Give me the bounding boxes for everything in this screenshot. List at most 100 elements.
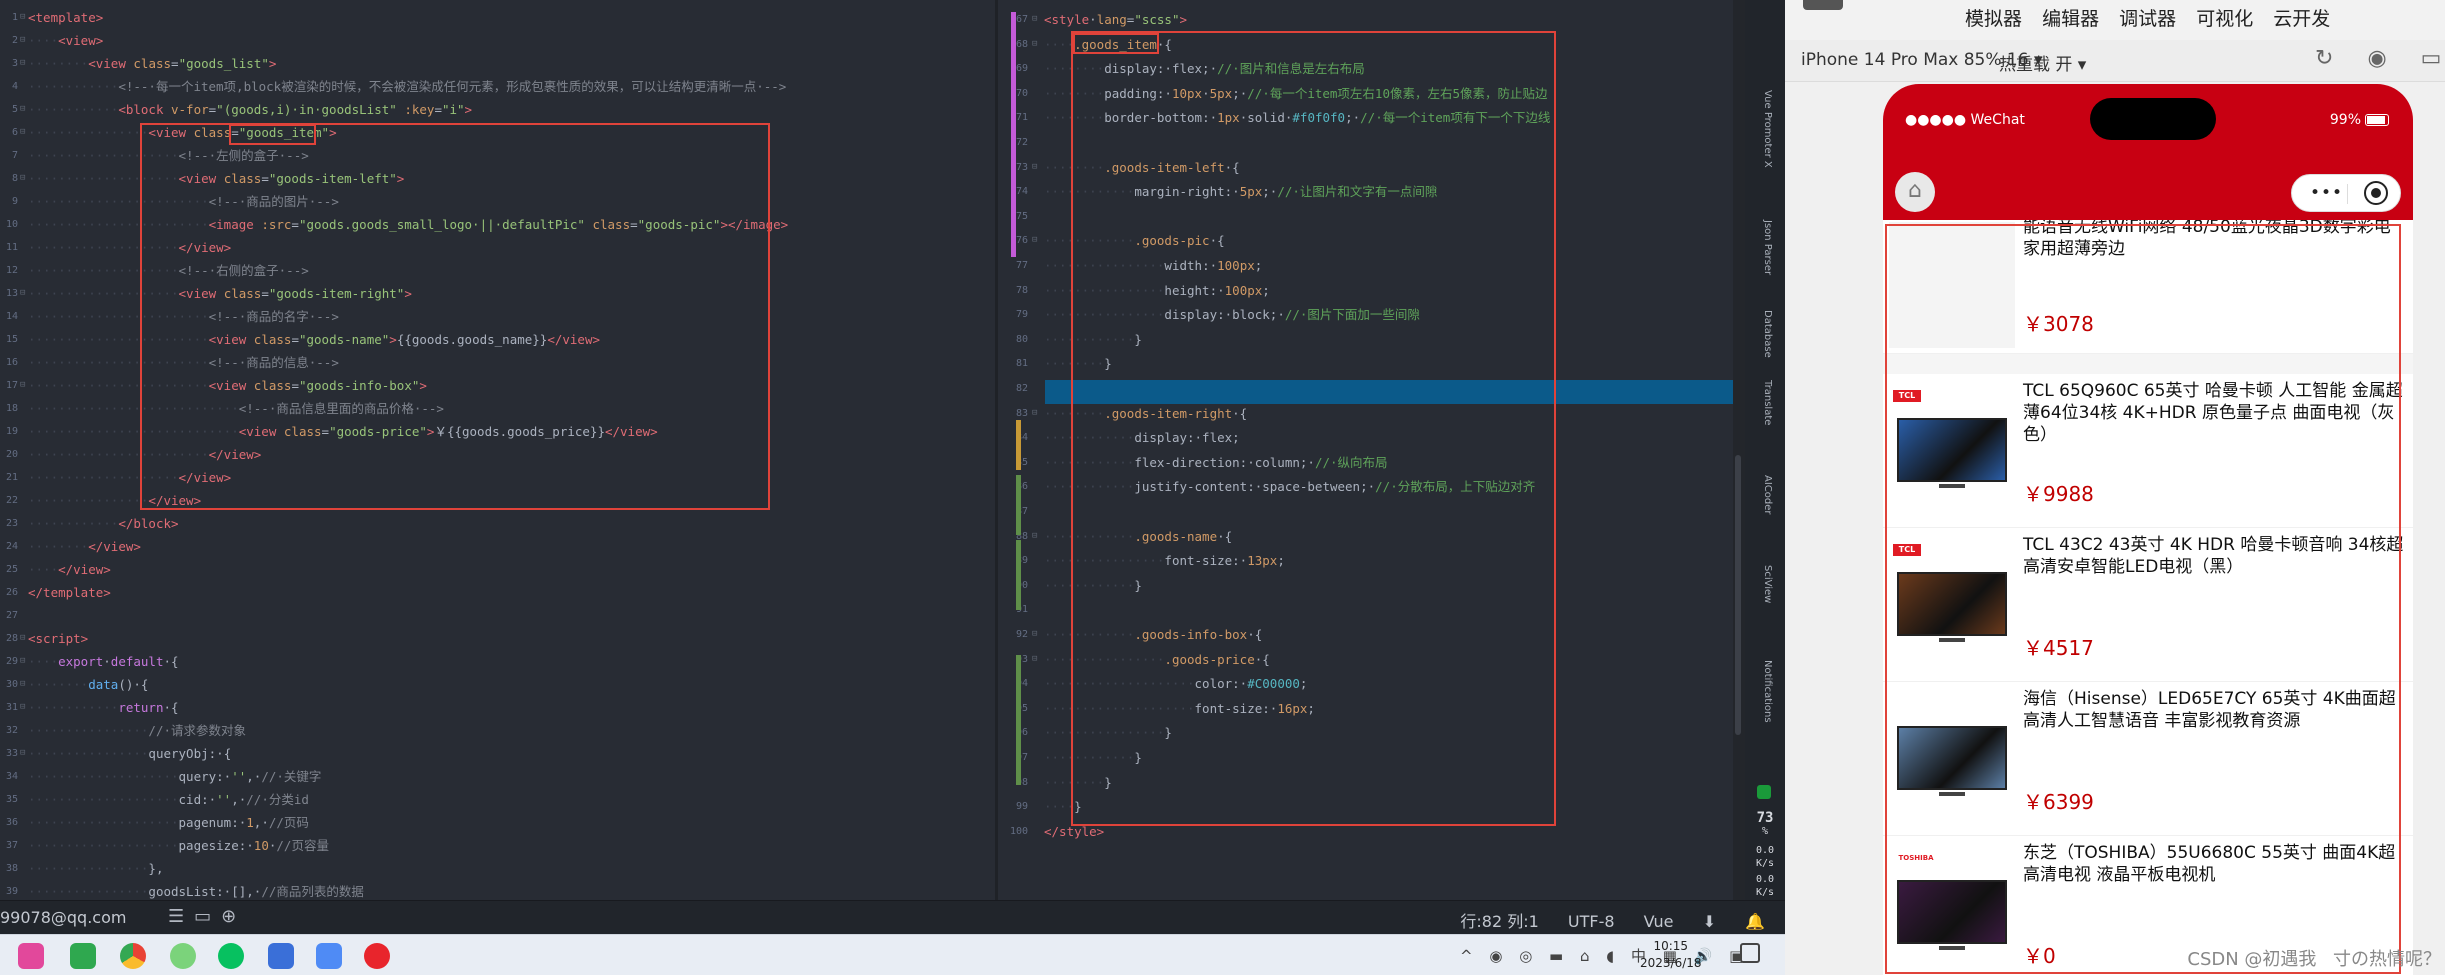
bell-icon[interactable]: 🔔	[1745, 912, 1765, 931]
code-line[interactable]: 70 ········padding:·10px·5px;·//·每一个item项…	[998, 82, 1743, 105]
code-line[interactable]: 27	[0, 604, 995, 627]
code-line[interactable]: 21 ····················</view>	[0, 466, 995, 489]
fold-icon[interactable]: ⊟	[20, 98, 28, 121]
chrome-icon[interactable]	[120, 943, 146, 969]
fold-icon[interactable]: ⊟	[20, 29, 28, 52]
code-line[interactable]: 85 ············flex-direction:·column;·//…	[998, 451, 1743, 474]
fold-icon[interactable]: ⊟	[20, 6, 28, 29]
app-icon[interactable]	[170, 943, 196, 969]
sidebar-item-vue-promoter[interactable]: Vue Promoter X	[1757, 90, 1773, 168]
code-line[interactable]: 76 ⊟ ············.goods-pic·{	[998, 229, 1743, 252]
code-line[interactable]: 95 ····················font-size:·16px;	[998, 697, 1743, 720]
refresh-icon[interactable]: ↻	[2315, 46, 2367, 71]
app-icon[interactable]	[18, 943, 44, 969]
code-line[interactable]: 98 ········}	[998, 771, 1743, 794]
file-encoding[interactable]: UTF-8	[1568, 912, 1615, 931]
menu-cloud[interactable]: 云开发	[2273, 8, 2330, 30]
fold-icon[interactable]: ⊟	[1032, 33, 1040, 56]
code-line[interactable]: 84 ············display:·flex;	[998, 426, 1743, 449]
fold-icon[interactable]: ⊟	[20, 52, 28, 75]
fold-icon[interactable]: ⊟	[20, 742, 28, 765]
fold-icon[interactable]: ⊟	[20, 696, 28, 719]
fold-icon[interactable]: ⊟	[20, 121, 28, 144]
code-line[interactable]: 33 ⊟ ················queryObj:·{	[0, 742, 995, 765]
code-line[interactable]: 88 ⊟ ············.goods-name·{	[998, 525, 1743, 548]
code-line[interactable]: 90 ············}	[998, 574, 1743, 597]
code-line[interactable]: 31 ⊟ ············return·{	[0, 696, 995, 719]
code-line[interactable]: 18 ····························<!--·商品信息里…	[0, 397, 995, 420]
code-line[interactable]: 4 ············<!--·每一个item项,block被渲染的时候，不…	[0, 75, 995, 98]
code-line[interactable]: 29 ⊟ ····export·default·{	[0, 650, 995, 673]
code-line[interactable]: 89 ················font-size:·13px;	[998, 549, 1743, 572]
code-line[interactable]: 30 ⊟ ········data()·{	[0, 673, 995, 696]
system-clock[interactable]: 10:15 2023/6/18	[1640, 938, 1702, 972]
home-icon[interactable]: ⌂	[1895, 172, 1935, 212]
fold-icon[interactable]: ⊟	[1032, 623, 1040, 646]
code-line[interactable]: 9 ························<!--·商品的图片·-->	[0, 190, 995, 213]
code-line[interactable]: 39 ················goodsList:·[],·//商品列表的…	[0, 880, 995, 900]
code-line[interactable]: 100 </style>	[998, 820, 1743, 843]
code-line[interactable]: 26 </template>	[0, 581, 995, 604]
code-line[interactable]: 1 ⊟ <template>	[0, 6, 995, 29]
code-line[interactable]: 17 ⊟ ························<view class="…	[0, 374, 995, 397]
code-line[interactable]: 71 ········border-bottom:·1px·solid·#f0f0…	[998, 106, 1743, 129]
app-icon[interactable]	[70, 943, 96, 969]
scrollbar-thumb[interactable]	[1735, 455, 1741, 735]
menu-visualize[interactable]: 可视化	[2196, 8, 2253, 30]
code-line[interactable]: 96 ················}	[998, 721, 1743, 744]
code-line[interactable]: 32 ················//·请求参数对象	[0, 719, 995, 742]
goods-item[interactable]: TCL TCL 65Q960C 65英寸 哈曼卡顿 人工智能 金属超薄64位34核…	[1883, 374, 2413, 528]
app-icon[interactable]	[316, 943, 342, 969]
avatar[interactable]	[1803, 0, 1843, 10]
fold-icon[interactable]: ⊟	[1032, 229, 1040, 252]
fold-icon[interactable]: ⊟	[20, 627, 28, 650]
sidebar-item-aicoder[interactable]: AICoder	[1757, 475, 1773, 515]
list-icon[interactable]: ☰	[168, 906, 194, 927]
code-line[interactable]: 14 ························<!--·商品的名字·-->	[0, 305, 995, 328]
code-line[interactable]: 25 ····</view>	[0, 558, 995, 581]
close-miniprogram-icon[interactable]	[2364, 181, 2388, 205]
fold-icon[interactable]: ⊟	[1032, 402, 1040, 425]
stop-icon[interactable]: ◉	[2367, 46, 2420, 71]
file-language[interactable]: Vue	[1644, 912, 1674, 931]
code-line[interactable]: 81 ········}	[998, 352, 1743, 375]
code-line[interactable]: 94 ····················color:·#C00000;	[998, 672, 1743, 695]
code-line[interactable]: 99 ····}	[998, 795, 1743, 818]
code-line[interactable]: 97 ············}	[998, 746, 1743, 769]
code-line[interactable]: 16 ························<!--·商品的信息·-->	[0, 351, 995, 374]
code-line[interactable]: 73 ⊟ ········.goods-item-left·{	[998, 156, 1743, 179]
code-line[interactable]: 74 ············margin-right:·5px;·//·让图片和…	[998, 180, 1743, 203]
code-line[interactable]: 5 ⊟ ············<block v-for="(goods,i)·in…	[0, 98, 995, 121]
code-line[interactable]: 23 ············</block>	[0, 512, 995, 535]
code-line[interactable]: 87	[998, 500, 1743, 523]
sidebar-item-translate[interactable]: Translate	[1757, 380, 1773, 425]
fold-icon[interactable]: ⊟	[1032, 156, 1040, 179]
code-line[interactable]: 11 ····················</view>	[0, 236, 995, 259]
window-icon[interactable]: ▭	[2421, 46, 2445, 71]
code-line[interactable]: 10 ························<image :src="g…	[0, 213, 995, 236]
code-line[interactable]: 28 ⊟ <script>	[0, 627, 995, 650]
goods-item[interactable]: 海信（Hisense）LED65E7CY 65英寸 4K曲面超高清人工智慧语音 …	[1883, 682, 2413, 836]
code-line[interactable]: 15 ························<view class="g…	[0, 328, 995, 351]
code-line[interactable]: 91	[998, 598, 1743, 621]
code-line[interactable]: 20 ························</view>	[0, 443, 995, 466]
code-line[interactable]: 12 ····················<!--·右侧的盒子·-->	[0, 259, 995, 282]
notification-center-icon[interactable]	[1740, 943, 1760, 963]
code-line[interactable]: 93 ⊟ ················.goods-price·{	[998, 648, 1743, 671]
code-line[interactable]: 3 ⊟ ········<view class="goods_list">	[0, 52, 995, 75]
more-icon[interactable]: •••	[2310, 183, 2343, 203]
code-line[interactable]: 80 ············}	[998, 328, 1743, 351]
fold-icon[interactable]: ⊟	[1032, 8, 1040, 31]
editor-scrollbar[interactable]	[1733, 0, 1745, 900]
code-line[interactable]: 35 ····················cid:·'',·//·分类id	[0, 788, 995, 811]
fold-icon[interactable]: ⊟	[1032, 648, 1040, 671]
weibo-icon[interactable]	[364, 943, 390, 969]
code-line[interactable]: 77 ················width:·100px;	[998, 254, 1743, 277]
hot-reload-toggle[interactable]: 热重载 开 ▾	[1999, 50, 2086, 75]
fold-icon[interactable]: ⊟	[20, 374, 28, 397]
shield-app-icon[interactable]	[268, 943, 294, 969]
code-line[interactable]: 7 ····················<!--·左侧的盒子·-->	[0, 144, 995, 167]
menu-editor[interactable]: 编辑器	[2042, 8, 2099, 30]
code-line[interactable]: 36 ····················pagenum:·1,·//页码	[0, 811, 995, 834]
code-line[interactable]: 68 ⊟ ····.goods_item·{	[998, 33, 1743, 56]
